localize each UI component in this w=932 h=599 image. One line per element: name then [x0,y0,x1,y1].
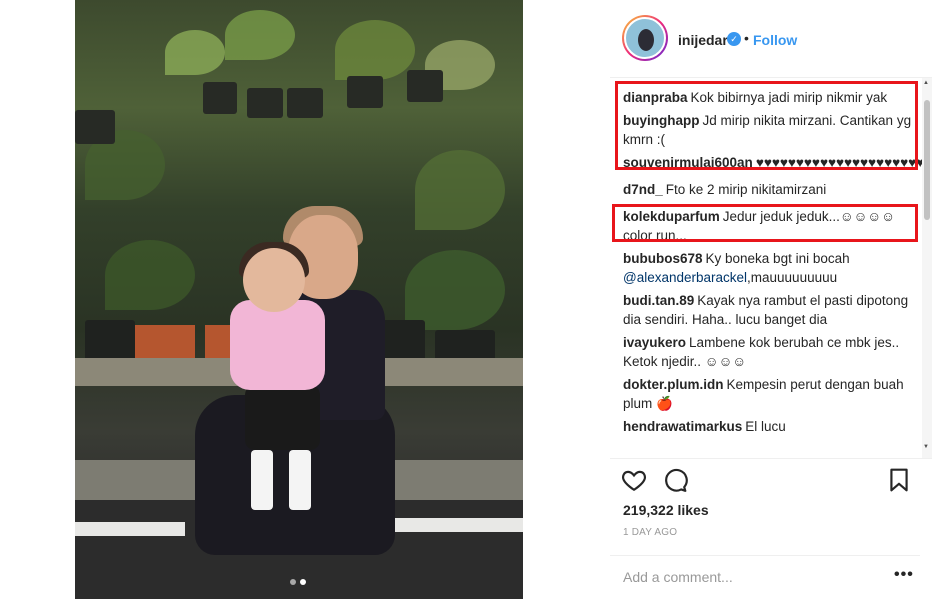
comment-username[interactable]: d7nd_ [623,182,663,197]
comment-username[interactable]: ivayukero [623,335,686,350]
comment-username[interactable]: kolekduparfum [623,209,720,224]
plant-leaf [335,20,415,80]
comments-list[interactable]: dianpraba Kok bibirnya jadi mirip nikmir … [610,78,922,458]
comment-username[interactable]: buyinghapp [623,113,700,128]
avatar-image [624,17,666,59]
child-sock [251,450,273,510]
comment-text: ♥♥♥♥♥♥♥♥♥♥♥♥♥♥♥♥♥♥♥♥♥♥♥♥ [755,155,922,170]
child-sock [289,450,311,510]
comment-text: Kok bibirnya jadi mirip nikmir yak [690,90,888,105]
child-figure-shirt [230,300,325,390]
carousel-dot[interactable] [290,579,296,585]
instagram-post-page: inijedar ✓ • Follow dianpraba Kok bibirny… [0,0,932,599]
comment-username[interactable]: bububos678 [623,251,703,266]
bookmark-icon[interactable] [886,467,912,493]
plant-leaf [165,30,225,75]
post-header: inijedar ✓ • Follow [610,0,932,78]
comment-item: buyinghapp Jd mirip nikita mirzani. Canti… [623,111,922,149]
comment-text: Fto ke 2 mirip nikitamirzani [665,182,827,197]
road-stripe [75,522,185,536]
avatar[interactable] [622,15,668,61]
scroll-down-arrow-icon[interactable]: ▼ [923,444,929,450]
post-photo[interactable] [75,0,523,599]
comment-text: El lucu [745,419,786,434]
comment-item: budi.tan.89 Kayak nya rambut el pasti dip… [623,291,922,329]
child-figure-legs [245,385,320,450]
heart-icon[interactable] [621,467,647,493]
comment-item: ivayukero Lambene kok berubah ce mbk jes.… [623,333,922,371]
scrollbar-thumb[interactable] [924,100,930,220]
comment-text: Ky boneka bgt ini bocah [705,251,850,266]
username-link[interactable]: inijedar [678,32,728,48]
carousel-dot-active[interactable] [300,579,306,585]
comment-username[interactable]: dokter.plum.idn [623,377,724,392]
plant-leaf [415,150,505,230]
comment-item: hendrawatimarkus El lucu [623,417,922,436]
comment-text-after: ,mauuuuuuuuu [747,270,838,285]
likes-count[interactable]: 219,322 likes [623,502,709,518]
road-stripe [375,518,523,532]
comment-bubble-icon[interactable] [662,467,688,493]
scroll-up-arrow-icon[interactable]: ▲ [923,80,929,86]
comment-item: kolekduparfum Jedur jeduk jeduk...☺☺☺☺ co… [623,207,922,245]
plant-leaf [105,240,195,310]
separator-dot: • [744,30,749,46]
more-options-button[interactable]: ••• [894,566,914,584]
hanging-pot [203,82,237,114]
comment-username[interactable]: dianpraba [623,90,688,105]
comment-item: dokter.plum.idn Kempesin perut dengan bua… [623,375,922,413]
add-comment-bar: ••• [610,555,920,599]
comment-username[interactable]: hendrawatimarkus [623,419,742,434]
post-actions: 219,322 likes 1 DAY AGO ••• [610,458,932,599]
hanging-pot [75,110,115,144]
hanging-pot [247,88,283,118]
hanging-pot [407,70,443,102]
comment-input[interactable] [623,567,873,587]
comment-item: dianpraba Kok bibirnya jadi mirip nikmir … [623,88,922,107]
carousel-indicator [290,579,306,585]
comment-item: souvenirmulai600an♥♥♥♥♥♥♥♥♥♥♥♥♥♥♥♥♥♥♥♥♥♥… [623,153,922,172]
child-figure-head [243,248,305,312]
hanging-pot [347,76,383,108]
comments-scrollbar[interactable]: ▲ ▼ [922,78,932,458]
post-timestamp: 1 DAY AGO [623,527,678,538]
hanging-pot [287,88,323,118]
comment-item: bububos678 Ky boneka bgt ini bocah @alexa… [623,249,922,287]
plant-leaf [225,10,295,60]
comment-username[interactable]: budi.tan.89 [623,293,694,308]
comment-username[interactable]: souvenirmulai600an [623,155,753,170]
comment-mention-link[interactable]: @alexanderbarackel [623,270,747,285]
plant-leaf [405,250,505,330]
follow-button[interactable]: Follow [753,32,797,48]
verified-badge-icon: ✓ [727,32,741,46]
comment-item: d7nd_ Fto ke 2 mirip nikitamirzani [623,180,922,199]
